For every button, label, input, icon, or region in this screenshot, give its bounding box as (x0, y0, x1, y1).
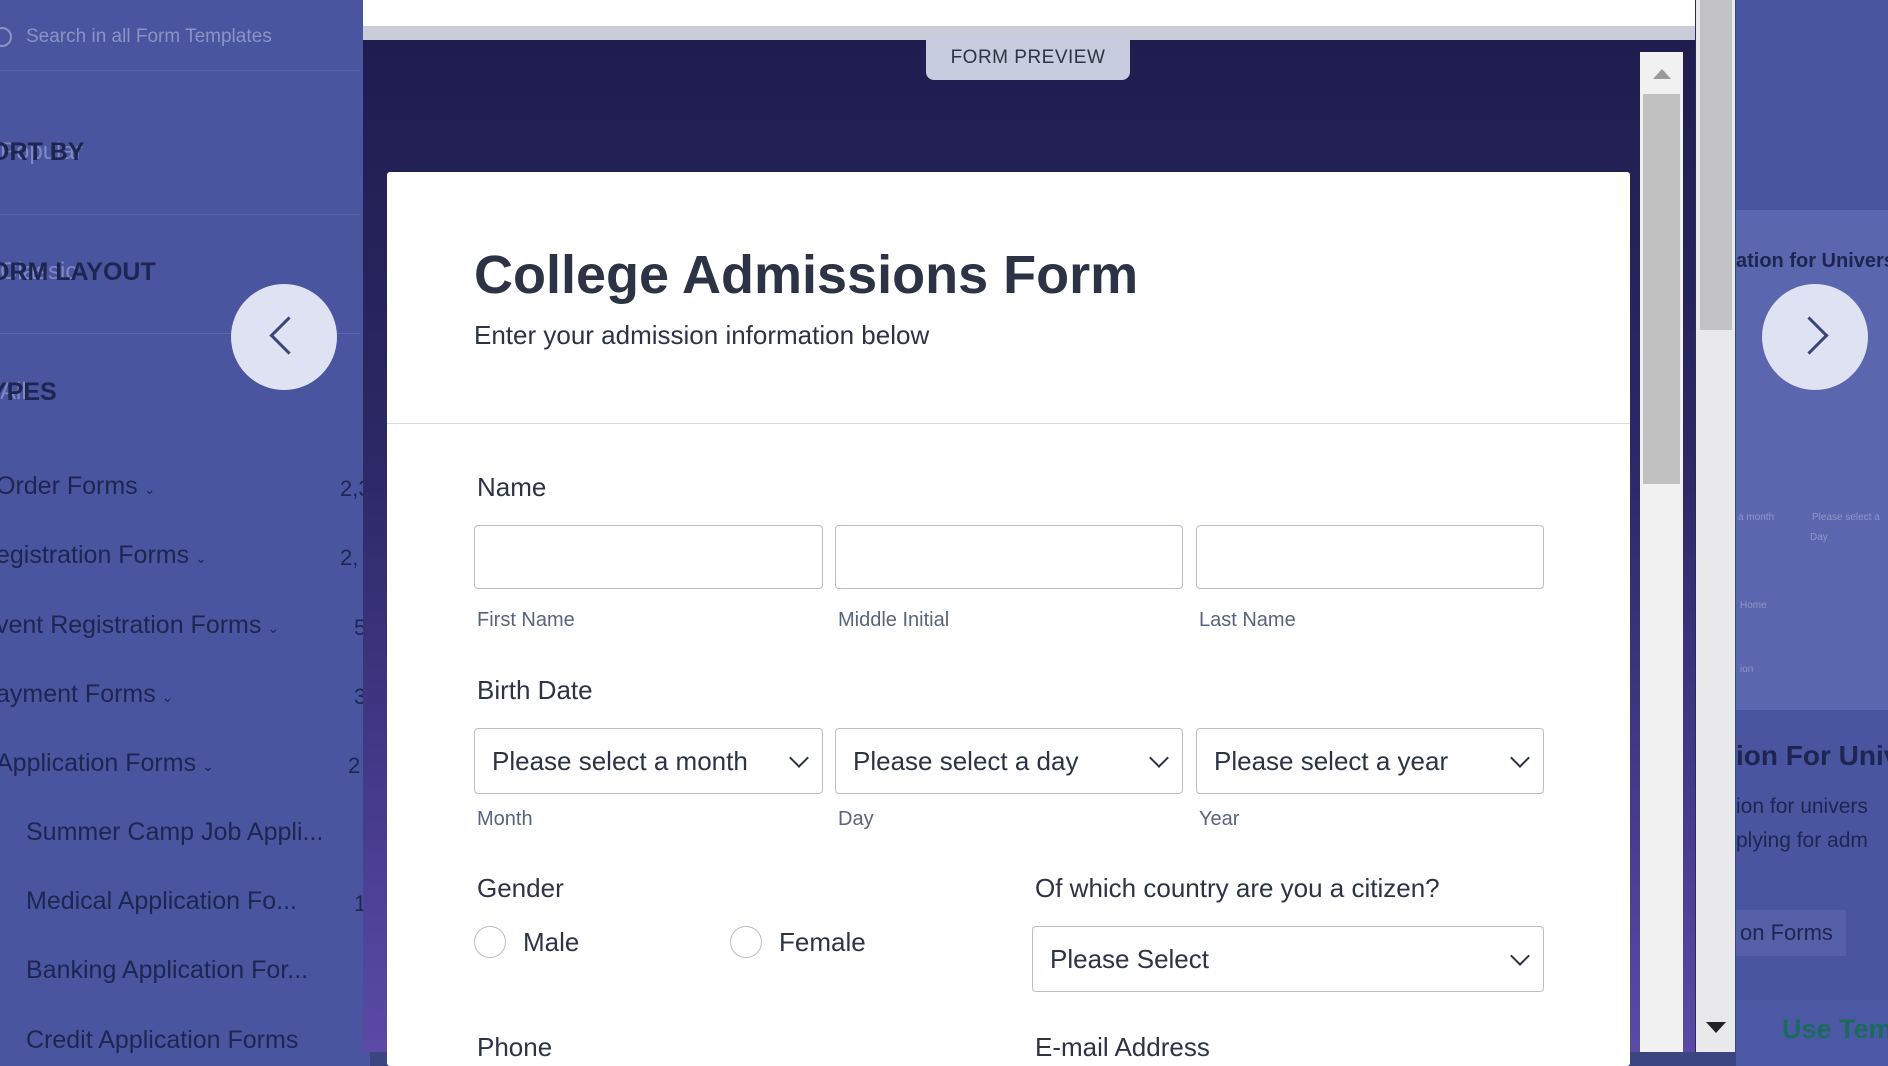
gender-male-label[interactable]: Male (523, 927, 579, 958)
chevron-down-icon (1510, 748, 1530, 768)
category-event-registration-forms: vent Registration Forms ⌄ (0, 611, 279, 640)
background-search: Search in all Form Templates (0, 12, 360, 62)
gender-male-radio[interactable] (474, 926, 506, 958)
modal-top-bar (363, 0, 1695, 26)
template-description-line: ion for univers (1736, 795, 1868, 818)
subcategory-item: Summer Camp Job Appli... (26, 818, 324, 846)
template-description-line: plying for adm (1736, 829, 1868, 852)
phone-label: Phone (477, 1032, 553, 1062)
citizenship-label: Of which country are you a citizen? (1035, 873, 1440, 903)
birth-month-value: Please select a month (492, 745, 748, 776)
middle-initial-sublabel: Middle Initial (838, 609, 950, 631)
template-title: ion For Univ (1736, 740, 1888, 771)
scroll-up-arrow-icon[interactable] (1653, 69, 1671, 79)
last-name-input[interactable] (1196, 525, 1544, 589)
birth-day-value: Please select a day (853, 745, 1079, 776)
birth-day-select[interactable]: Please select a day (835, 728, 1183, 794)
template-faint-text: ion (1740, 664, 1754, 675)
subcategory-item: Medical Application Fo... (26, 887, 297, 915)
category-application-forms: Application Forms ⌄ (0, 749, 214, 778)
gender-female-radio[interactable] (730, 926, 762, 958)
template-description: ion for univers plying for adm (1736, 790, 1868, 858)
email-label: E-mail Address (1035, 1032, 1210, 1062)
search-icon (0, 27, 12, 47)
year-sublabel: Year (1199, 808, 1240, 830)
category-count: 2 (348, 753, 361, 778)
category-label: ayment Forms (0, 680, 156, 708)
chevron-right-icon (1790, 316, 1829, 355)
sort-by-label: ORT BY (0, 137, 85, 166)
preview-scrollbar[interactable] (1640, 52, 1683, 1052)
chevron-down-icon (1510, 946, 1530, 966)
divider (0, 214, 360, 215)
citizenship-value: Please Select (1050, 943, 1209, 974)
previous-template-button[interactable] (231, 284, 337, 390)
template-card-title: ation for Univers (1736, 250, 1888, 272)
chevron-down-icon: ⌄ (161, 689, 174, 705)
form-header-divider (387, 423, 1630, 424)
chevron-down-icon: ⌄ (195, 550, 207, 566)
chevron-left-icon (269, 316, 308, 355)
form-subtitle: Enter your admission information below (474, 320, 930, 350)
template-faint-text: Home (1740, 600, 1767, 611)
birth-month-select[interactable]: Please select a month (474, 728, 823, 794)
template-faint-text: Day (1810, 532, 1828, 543)
first-name-sublabel: First Name (477, 609, 575, 631)
form-layout-row: ORM LAYOUT Classic (0, 258, 360, 286)
scrollbar-thumb[interactable] (1643, 94, 1680, 484)
category-order-forms: Order Forms ⌄ (0, 472, 155, 501)
form-card: College Admissions Form Enter your admis… (387, 172, 1630, 1066)
category-count: 2, (340, 545, 359, 570)
birth-date-label: Birth Date (477, 675, 593, 705)
template-category-tag: on Forms (1736, 910, 1846, 956)
month-sublabel: Month (477, 808, 533, 830)
search-placeholder: Search in all Form Templates (26, 26, 272, 47)
chevron-down-icon: ⌄ (143, 481, 156, 497)
category-registration-forms: egistration Forms ⌄ (0, 541, 207, 570)
category-label: Order Forms (0, 472, 138, 500)
use-template-button: Use Tem (1782, 1014, 1888, 1044)
template-faint-text: Please select a (1812, 512, 1880, 523)
day-sublabel: Day (838, 808, 874, 830)
name-label: Name (477, 472, 547, 502)
first-name-input[interactable] (474, 525, 823, 589)
gender-label: Gender (477, 873, 564, 903)
category-payment-forms: ayment Forms ⌄ (0, 680, 174, 709)
divider (0, 70, 360, 71)
form-preview-tab: FORM PREVIEW (926, 36, 1130, 80)
birth-year-value: Please select a year (1214, 745, 1449, 776)
category-label: vent Registration Forms (0, 611, 262, 639)
sort-by-row: ORT BY Popular (0, 138, 360, 166)
next-template-button[interactable] (1762, 284, 1868, 390)
gender-female-label[interactable]: Female (779, 927, 866, 958)
form-layout-label: ORM LAYOUT (0, 257, 156, 286)
chevron-down-icon: ⌄ (267, 620, 280, 636)
modal-scrollbar[interactable] (1696, 0, 1735, 1052)
scroll-down-arrow-icon[interactable] (1706, 1022, 1726, 1033)
chevron-down-icon (1149, 748, 1169, 768)
form-title: College Admissions Form (474, 245, 1139, 305)
scrollbar-thumb[interactable] (1700, 0, 1732, 330)
citizenship-select[interactable]: Please Select (1032, 926, 1544, 992)
chevron-down-icon: ⌄ (202, 758, 214, 774)
last-name-sublabel: Last Name (1199, 609, 1296, 631)
template-faint-text: a month (1738, 512, 1775, 523)
birth-year-select[interactable]: Please select a year (1196, 728, 1544, 794)
subcategory-item: Banking Application For... (26, 956, 309, 984)
subcategory-item: Credit Application Forms (26, 1026, 299, 1054)
types-label: YPES (0, 377, 57, 406)
category-label: Application Forms (0, 749, 197, 777)
chevron-down-icon (789, 748, 809, 768)
middle-initial-input[interactable] (835, 525, 1183, 589)
category-label: egistration Forms (0, 541, 190, 569)
